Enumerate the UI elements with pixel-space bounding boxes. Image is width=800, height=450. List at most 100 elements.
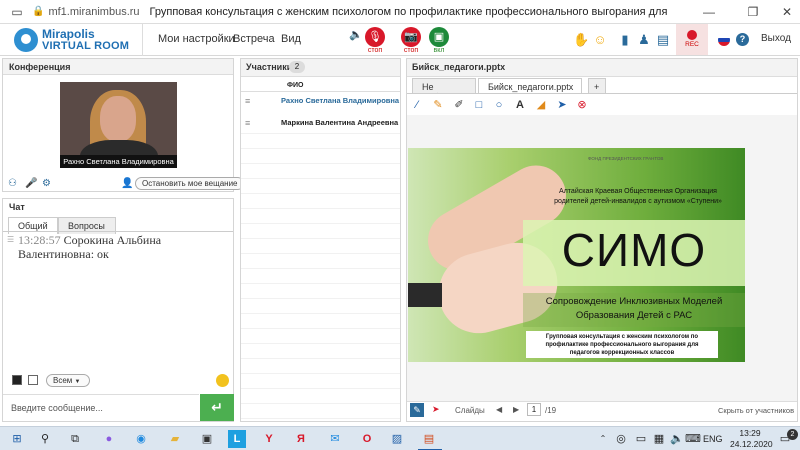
flag-ru-icon[interactable] xyxy=(718,34,730,46)
language-indicator[interactable]: ENG xyxy=(703,434,723,444)
stop-broadcast-button[interactable]: Остановить мое вещание xyxy=(135,177,245,190)
minimize-icon[interactable]: — xyxy=(700,3,718,21)
text-color-icon[interactable] xyxy=(12,375,22,385)
raise-hand-icon[interactable]: ✋ xyxy=(573,32,589,48)
send-button[interactable]: ↵ xyxy=(200,394,234,421)
microphone-icon: 🎙 xyxy=(365,27,385,47)
menu-view[interactable]: Вид xyxy=(281,33,301,45)
onscreen-keyboard-icon[interactable]: ⌨ xyxy=(684,430,702,448)
rectangle-icon[interactable]: □ xyxy=(472,98,486,112)
participant-row[interactable]: ≡ Маркина Валентина Андреевна xyxy=(241,116,400,130)
network-icon[interactable]: ▦ xyxy=(650,430,668,448)
l-app-icon[interactable]: L xyxy=(228,430,246,448)
pencil-icon[interactable]: ✎ xyxy=(431,98,445,112)
text-tool-icon[interactable]: A xyxy=(513,98,527,112)
mic-control[interactable]: 🎙 стоп xyxy=(360,25,390,54)
menu-meeting[interactable]: Встреча xyxy=(233,33,275,45)
slide-subtitle-2: Образования Детей с РАС xyxy=(575,310,693,321)
slide-subtitle-1: Сопровождение Инклюзивных Моделей xyxy=(545,296,723,307)
drag-handle-icon[interactable]: ≡ xyxy=(245,116,250,130)
video-feed[interactable]: Рахно Светлана Владимировна xyxy=(60,82,177,168)
next-slide-icon[interactable]: ▶ xyxy=(513,405,519,414)
pen-icon[interactable]: ⁄ xyxy=(410,98,424,112)
powerpoint-icon[interactable]: ▤ xyxy=(420,430,438,448)
yandex-icon[interactable]: Я xyxy=(292,430,310,448)
hide-from-participants[interactable]: Скрыть от участников xyxy=(718,406,794,415)
message-drag-icon: ☰ xyxy=(7,235,15,244)
taskbar: ⊞ ⚲ ⧉ ● ◉ ▰ ▣ L Y Я ✉ O ▨ ▤ ⌃ ◎ ▭ ▦ 🔈 ⌨ … xyxy=(0,426,800,450)
close-icon[interactable]: ✕ xyxy=(778,3,796,21)
screen-label: вкл xyxy=(433,47,445,54)
mirapolis-logo-icon xyxy=(14,28,38,52)
slides-label[interactable]: Слайды xyxy=(455,406,485,415)
grant-logo-text: ФОНД ПРЕЗИДЕНТСКИХ ГРАНТОВ xyxy=(588,156,664,161)
pointer-icon[interactable]: ➤ xyxy=(555,98,569,112)
logo-line2: VIRTUAL ROOM xyxy=(42,40,130,52)
draw-mode-icon[interactable]: ✎ xyxy=(410,403,424,417)
enter-icon: ↵ xyxy=(211,399,223,415)
drag-handle-icon[interactable]: ≡ xyxy=(245,94,250,108)
clear-icon[interactable]: ⊗ xyxy=(575,98,589,112)
clock[interactable]: 13:29 24.12.2020 xyxy=(730,428,773,450)
tray-app-icon[interactable]: ◎ xyxy=(612,430,630,448)
presentation-slide[interactable]: ФОНД ПРЕЗИДЕНТСКИХ ГРАНТОВ Алтайская Кра… xyxy=(408,148,745,362)
stats-icon[interactable]: ▮ xyxy=(617,32,633,48)
layout-icon[interactable]: ▤ xyxy=(655,32,671,48)
camera-control[interactable]: 📷 стоп xyxy=(396,25,426,54)
slide-org-line1: Алтайская Краевая Общественная Организац… xyxy=(559,188,717,195)
folder-icon[interactable]: ▰ xyxy=(166,430,184,448)
help-icon[interactable]: ? xyxy=(736,33,749,46)
column-header-name[interactable]: ФИО xyxy=(241,79,400,92)
exit-button[interactable]: Выход xyxy=(761,33,791,44)
edge-icon[interactable]: ◉ xyxy=(132,430,150,448)
yandex-browser-icon[interactable]: Y xyxy=(260,430,278,448)
windows-start-icon[interactable]: ⊞ xyxy=(8,430,26,448)
recipient-value: Всем xyxy=(53,376,73,385)
photos-icon[interactable]: ▨ xyxy=(388,430,406,448)
camera-settings-icon[interactable]: ⚙ xyxy=(42,178,51,189)
person-icon: 👤 xyxy=(121,178,134,189)
emoji-picker-icon[interactable] xyxy=(216,374,229,387)
bg-color-icon[interactable] xyxy=(28,375,38,385)
opera-icon[interactable]: O xyxy=(358,430,376,448)
monitor-icon: ▣ xyxy=(429,27,449,47)
emoji-icon[interactable]: ☺ xyxy=(592,32,608,48)
highlighter-icon[interactable]: ✐ xyxy=(452,98,466,112)
task-view-icon[interactable]: ⧉ xyxy=(66,430,84,448)
restore-icon[interactable]: ❐ xyxy=(744,3,762,21)
participants-count: 2 xyxy=(289,61,305,73)
chat-title: Чат xyxy=(3,199,233,215)
slide-org-line2: родителей детей-инвалидов с аутизмом «Ст… xyxy=(554,198,722,205)
screen-control[interactable]: ▣ вкл xyxy=(424,25,454,54)
mic-label: стоп xyxy=(367,47,383,54)
mic-settings-icon[interactable]: 🎤 xyxy=(25,178,37,189)
mail-icon[interactable]: ✉ xyxy=(326,430,344,448)
url-text[interactable]: mf1.miranimbus.ru xyxy=(48,6,139,18)
menu-my-settings[interactable]: Мои настройки xyxy=(158,33,235,45)
battery-icon[interactable]: ▭ xyxy=(632,430,650,448)
logo-line1: Mirapolis xyxy=(42,27,95,41)
message-input[interactable]: Введите сообщение... xyxy=(3,394,199,421)
notification-count: 2 xyxy=(787,429,798,440)
search-icon[interactable]: ⚲ xyxy=(36,430,54,448)
camera-label: стоп xyxy=(403,47,419,54)
prev-slide-icon[interactable]: ◀ xyxy=(496,405,502,414)
store-icon[interactable]: ▣ xyxy=(198,430,216,448)
participants-title: Участники xyxy=(246,62,293,72)
conference-title: Конференция xyxy=(3,59,233,75)
user-status-icon[interactable]: ♟ xyxy=(636,32,652,48)
clock-date: 24.12.2020 xyxy=(730,439,773,449)
page-input[interactable]: 1 xyxy=(527,403,541,416)
clock-time: 13:29 xyxy=(739,428,761,438)
cursor-icon[interactable]: ➤ xyxy=(432,404,440,415)
tray-chevron-icon[interactable]: ⌃ xyxy=(594,430,612,448)
alice-icon[interactable]: ● xyxy=(100,430,118,448)
fill-icon[interactable]: ◢ xyxy=(534,98,548,112)
video-caption: Рахно Светлана Владимировна xyxy=(60,155,177,168)
participant-row[interactable]: ≡ Рахно Светлана Владимировна xyxy=(241,94,400,108)
circle-icon[interactable]: ○ xyxy=(492,98,506,112)
record-control[interactable]: REC xyxy=(676,24,708,55)
app-header: Mirapolis VIRTUAL ROOM Мои настройки Вст… xyxy=(0,24,800,56)
recipient-select[interactable]: Всем ▼ xyxy=(46,374,90,387)
participants-video-icon[interactable]: ⚇ xyxy=(8,178,17,189)
